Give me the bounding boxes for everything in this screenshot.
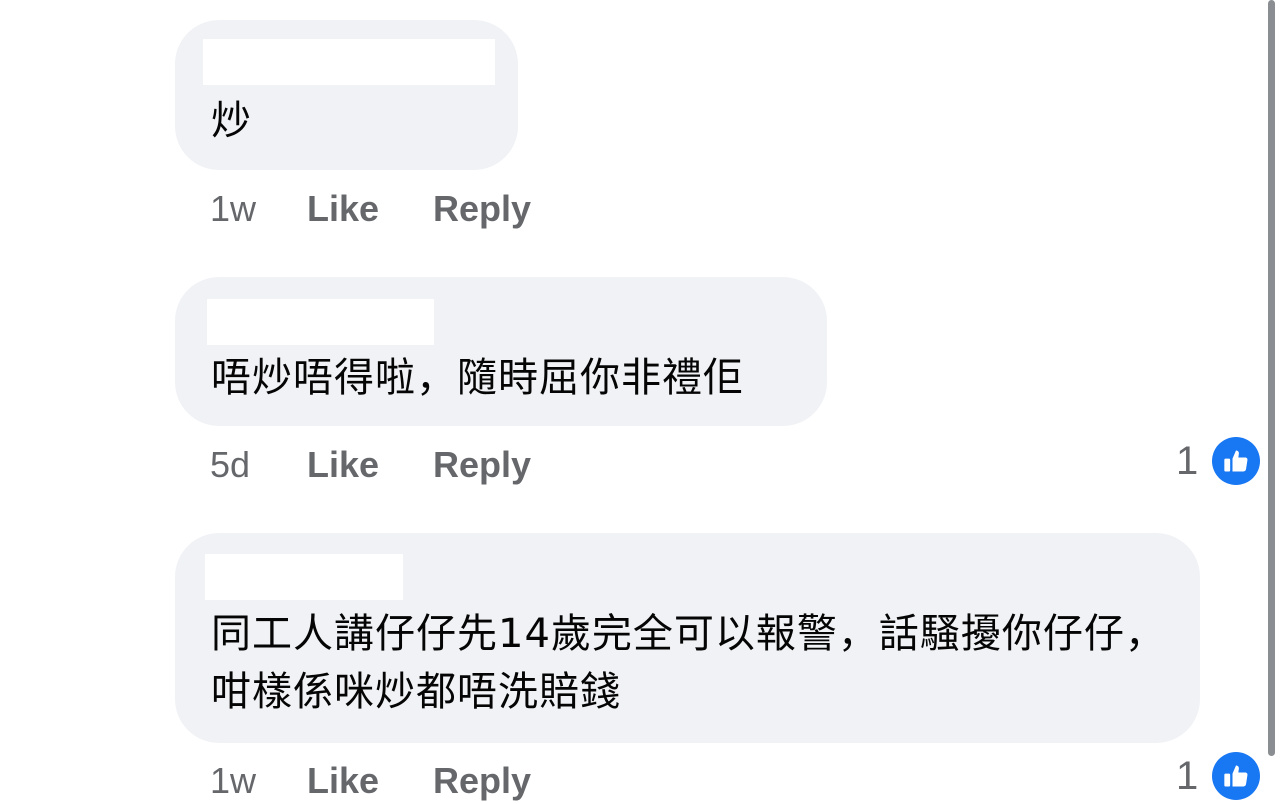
comment-bubble: 唔炒唔得啦，隨時屈你非禮佢: [175, 277, 827, 426]
redacted-author-name: [205, 554, 403, 600]
scrollbar[interactable]: [1268, 0, 1275, 756]
reply-button[interactable]: Reply: [433, 759, 531, 803]
comment-timestamp[interactable]: 1w: [210, 187, 256, 231]
reaction-count: 1: [1176, 754, 1199, 798]
like-button[interactable]: Like: [307, 443, 379, 487]
comment-bubble: 炒: [175, 20, 518, 170]
comment-text: 炒: [211, 98, 252, 144]
comment-timestamp[interactable]: 1w: [210, 759, 256, 803]
reply-button[interactable]: Reply: [433, 443, 531, 487]
redacted-author-name: [207, 299, 434, 345]
reaction-count: 1: [1176, 439, 1199, 483]
comment-text: 同工人講仔仔先14歲完全可以報警，話騷擾你仔仔，咁樣係咪炒都唔洗賠錢: [211, 611, 1166, 715]
like-button[interactable]: Like: [307, 759, 379, 803]
comment-bubble: 同工人講仔仔先14歲完全可以報警，話騷擾你仔仔，咁樣係咪炒都唔洗賠錢: [175, 533, 1200, 743]
comment-text: 唔炒唔得啦，隨時屈你非禮佢: [211, 355, 744, 401]
reply-button[interactable]: Reply: [433, 187, 531, 231]
thumbs-up-icon: [1212, 437, 1260, 485]
like-button[interactable]: Like: [307, 187, 379, 231]
comment-timestamp[interactable]: 5d: [210, 443, 250, 487]
thumbs-up-icon: [1212, 752, 1260, 800]
redacted-author-name: [203, 39, 495, 85]
